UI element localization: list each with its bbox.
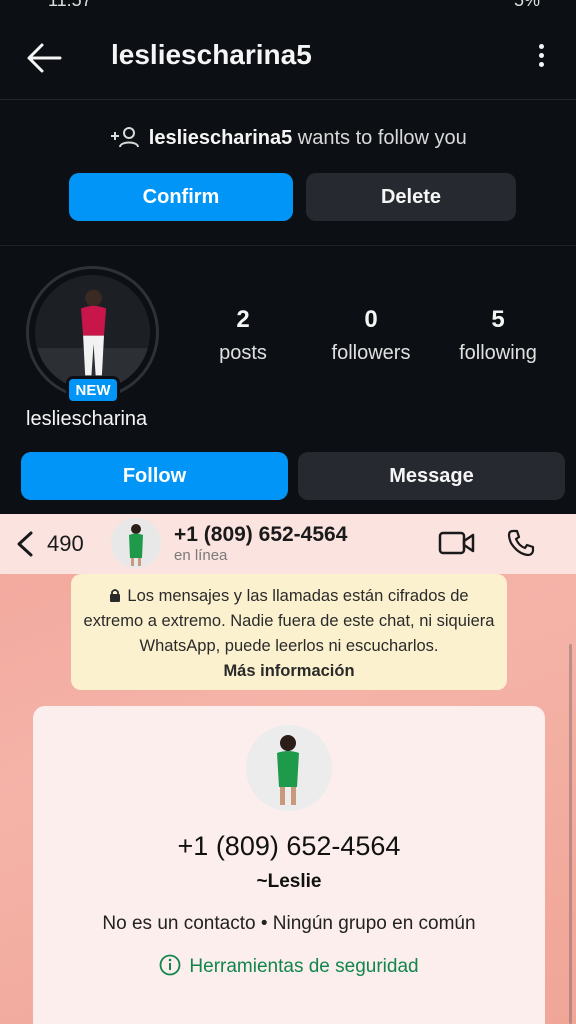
posts-stat[interactable]: 2 posts: [183, 306, 303, 365]
request-message: wants to follow you: [297, 127, 467, 149]
back-arrow-icon[interactable]: [24, 38, 64, 78]
following-count: 5: [491, 306, 505, 333]
chat-avatar[interactable]: [111, 518, 161, 568]
delete-button[interactable]: Delete: [306, 173, 516, 221]
chat-header: 490 +1 (809) 652-4564 en línea: [0, 514, 576, 574]
lock-icon: [110, 589, 121, 602]
message-button[interactable]: Message: [298, 452, 565, 500]
profile-photo: [35, 275, 150, 390]
chat-contact-phone[interactable]: +1 (809) 652-4564: [174, 523, 347, 547]
more-options-icon[interactable]: [536, 44, 546, 72]
contact-info-card: +1 (809) 652-4564 ~Leslie No es un conta…: [33, 706, 545, 1024]
chevron-left-icon[interactable]: [14, 530, 36, 558]
online-status: en línea: [174, 547, 228, 564]
status-time: 11:57: [48, 0, 92, 10]
encryption-text: Los mensajes y las llamadas están cifrad…: [83, 587, 495, 655]
safety-tools-link[interactable]: Herramientas de seguridad: [33, 954, 545, 978]
encryption-notice[interactable]: Los mensajes y las llamadas están cifrad…: [71, 574, 507, 690]
contact-phone: +1 (809) 652-4564: [177, 831, 401, 861]
confirm-button[interactable]: Confirm: [69, 173, 293, 221]
new-badge: NEW: [66, 376, 120, 404]
following-label: following: [459, 342, 537, 364]
instagram-screen: 11:57 5% lesliescharina5 lesliescharina5…: [0, 0, 576, 514]
phone-call-icon[interactable]: [506, 528, 536, 558]
video-call-icon[interactable]: [438, 530, 476, 556]
add-user-icon: [111, 127, 140, 148]
battery-level: 5%: [513, 0, 540, 10]
person-photo-icon: [35, 275, 150, 390]
request-username[interactable]: lesliescharina5: [149, 127, 292, 149]
ig-header: lesliescharina5: [0, 12, 576, 100]
following-stat[interactable]: 5 following: [438, 306, 558, 365]
status-bar: 11:57 5%: [0, 0, 576, 12]
followers-stat[interactable]: 0 followers: [311, 306, 431, 365]
more-info-link[interactable]: Más información: [223, 662, 354, 680]
page-title: lesliescharina5: [111, 39, 312, 70]
follow-request-text: lesliescharina5 wants to follow you: [0, 126, 576, 150]
contact-name: ~Leslie: [256, 871, 322, 892]
contact-meta: No es un contacto • Ningún grupo en comú…: [102, 913, 476, 934]
info-icon: [160, 954, 181, 976]
contact-avatar[interactable]: [246, 725, 332, 811]
followers-count: 0: [364, 306, 378, 333]
scrollbar[interactable]: [569, 644, 572, 1024]
followers-label: followers: [331, 342, 411, 364]
posts-label: posts: [219, 342, 267, 364]
person-photo-icon: [246, 725, 332, 811]
safety-tools-label: Herramientas de seguridad: [189, 956, 419, 977]
unread-count[interactable]: 490: [47, 531, 84, 557]
follow-button[interactable]: Follow: [21, 452, 288, 500]
section-divider: [0, 245, 576, 246]
posts-count: 2: [236, 306, 250, 333]
whatsapp-screen: 490 +1 (809) 652-4564 en línea Los mensa…: [0, 514, 576, 1024]
profile-username: lesliescharina: [26, 408, 148, 430]
person-photo-icon: [111, 518, 161, 568]
